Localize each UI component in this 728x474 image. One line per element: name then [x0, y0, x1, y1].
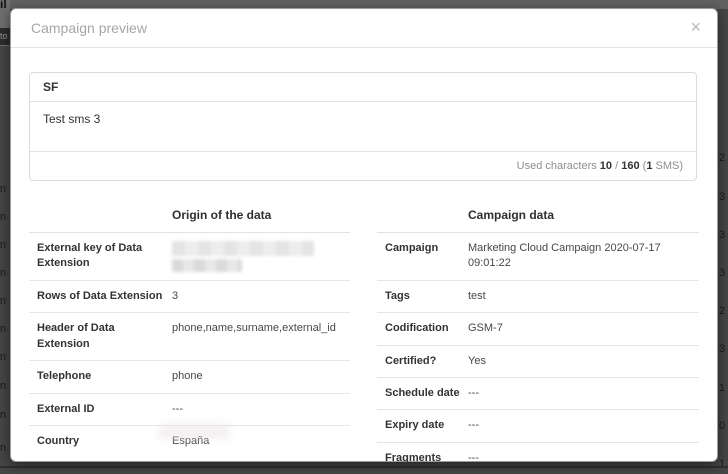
counter-sms-suffix: SMS) — [652, 160, 683, 172]
row-label: Codification — [377, 313, 468, 344]
row-label: Certified? — [377, 346, 468, 377]
background-text-fragment: il — [0, 0, 10, 11]
redacted-value — [172, 259, 242, 272]
table-row: External key of Data Extension — [29, 233, 350, 281]
background-text-fragment: 0 — [719, 420, 728, 432]
row-label: Rows of Data Extension — [29, 281, 172, 312]
background-text-fragment: n — [0, 183, 10, 195]
row-label: Schedule date — [377, 378, 468, 409]
campaign-data-table: Campaign data CampaignMarketing Cloud Ca… — [377, 208, 699, 474]
background-text-fragment: n — [0, 442, 10, 454]
row-value: test — [468, 281, 699, 312]
table-row: External ID--- — [29, 394, 350, 426]
row-value: GSM-7 — [468, 313, 699, 344]
modal-title: Campaign preview — [31, 20, 147, 36]
table-title: Origin of the data — [29, 208, 350, 233]
background-text-fragment: n — [0, 409, 10, 421]
row-value: --- — [468, 378, 699, 409]
background-text-fragment: 2 — [719, 305, 728, 317]
row-label: External ID — [29, 394, 172, 425]
background-text-fragment: n — [0, 380, 10, 392]
row-label: External key of Data Extension — [29, 233, 172, 280]
background-text-fragment: 3 — [719, 267, 728, 279]
row-value: --- — [468, 410, 699, 441]
redacted-value — [172, 241, 314, 256]
row-label: Country — [29, 426, 172, 457]
row-value — [172, 233, 350, 280]
table-row: Certified?Yes — [377, 346, 699, 378]
background-text-fragment: 2 — [719, 152, 728, 164]
campaign-preview-modal: Campaign preview × SF Test sms 3 Used ch… — [10, 8, 718, 462]
background-text-fragment: 1 — [719, 382, 728, 394]
table-row: CampaignMarketing Cloud Campaign 2020-07… — [377, 233, 699, 281]
table-row: Tagstest — [377, 281, 699, 313]
table-row: Header of Data Extensionphone,name,surna… — [29, 313, 350, 361]
counter-separator: / — [612, 160, 621, 172]
background-text-fragment: 3 — [719, 229, 728, 241]
sms-message-text: Test sms 3 — [30, 102, 696, 151]
row-value: phone,name,surname,external_id — [172, 313, 350, 360]
row-value: Yes — [468, 346, 699, 377]
row-label: Header of Data Extension — [29, 313, 172, 360]
background-text-fragment: to — [0, 28, 10, 45]
detail-tables: Origin of the data External key of Data … — [29, 208, 699, 474]
row-value: --- — [468, 443, 699, 474]
row-label: Telephone — [29, 361, 172, 392]
close-icon[interactable]: × — [690, 18, 701, 36]
background-text-fragment: n — [0, 351, 10, 363]
background-text-fragment: 1 — [719, 458, 728, 470]
table-rows: CampaignMarketing Cloud Campaign 2020-07… — [377, 233, 699, 474]
table-row: Schedule date--- — [377, 378, 699, 410]
sms-preview-panel: SF Test sms 3 Used characters 10 / 160 (… — [29, 72, 697, 181]
row-value: 3 — [172, 281, 350, 312]
row-label: Campaign — [377, 233, 468, 280]
table-row: Rows of Data Extension3 — [29, 281, 350, 313]
table-title: Campaign data — [377, 208, 699, 233]
table-row: Expiry date--- — [377, 410, 699, 442]
row-label: Fragments — [377, 443, 468, 474]
row-value: phone — [172, 361, 350, 392]
row-value: --- — [172, 394, 350, 425]
background-text-fragment: n — [0, 239, 10, 251]
sms-sender-label: SF — [30, 73, 696, 102]
background-text-fragment: 3 — [719, 343, 728, 355]
counter-used: 10 — [600, 160, 612, 172]
counter-total: 160 — [621, 160, 639, 172]
background-text-fragment: n — [0, 295, 10, 307]
table-row: CodificationGSM-7 — [377, 313, 699, 345]
table-row: Telephonephone — [29, 361, 350, 393]
background-text-fragment: n — [0, 267, 10, 279]
row-label: Expiry date — [377, 410, 468, 441]
modal-header: Campaign preview × — [11, 9, 717, 48]
row-value: Marketing Cloud Campaign 2020-07-17 09:0… — [468, 233, 699, 280]
background-text-fragment: n — [0, 211, 10, 223]
row-label: Tags — [377, 281, 468, 312]
background-text-fragment: n — [0, 323, 10, 335]
character-counter: Used characters 10 / 160 (1 SMS) — [30, 151, 696, 180]
counter-prefix: Used characters — [517, 160, 600, 172]
background-text-fragment: 3 — [719, 191, 728, 203]
table-row: Fragments--- — [377, 443, 699, 474]
redacted-smudge — [159, 424, 229, 439]
